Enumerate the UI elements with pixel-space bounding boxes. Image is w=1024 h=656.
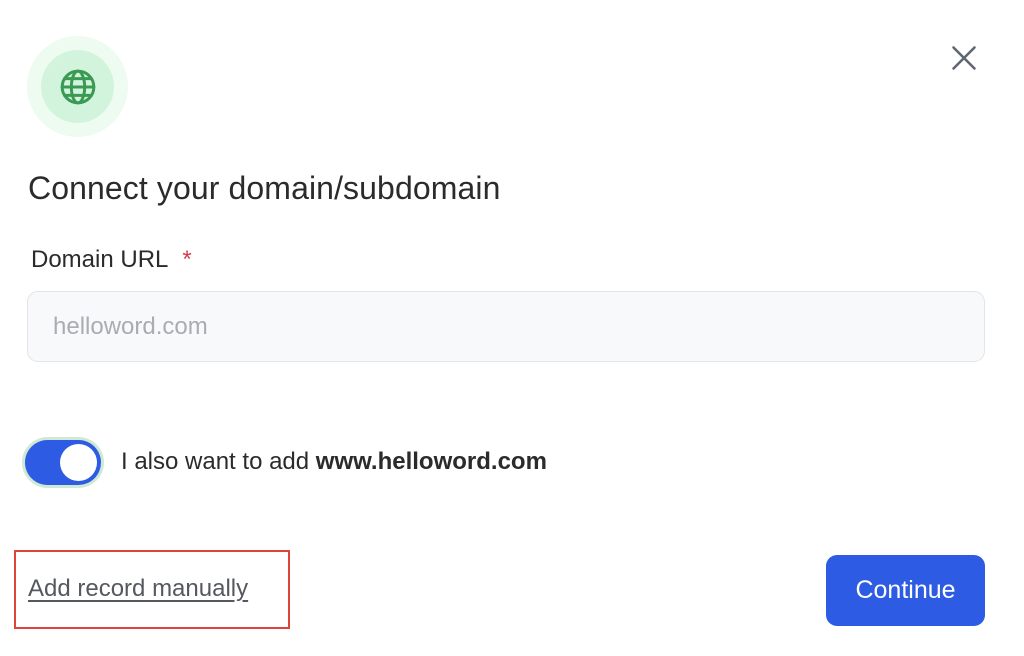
domain-url-label: Domain URL * (31, 246, 192, 274)
required-mark: * (182, 246, 192, 273)
www-toggle[interactable] (25, 440, 101, 485)
continue-button[interactable]: Continue (826, 555, 985, 626)
close-icon (952, 46, 976, 70)
close-button[interactable] (942, 36, 986, 80)
toggle-knob (60, 444, 97, 481)
connect-domain-modal: Connect your domain/subdomain Domain URL… (0, 0, 1024, 656)
modal-title: Connect your domain/subdomain (28, 170, 501, 206)
www-toggle-label-prefix: I also want to add (121, 448, 316, 475)
www-domain-text: www.helloword.com (315, 448, 547, 475)
domain-url-input[interactable] (27, 291, 985, 362)
globe-icon-badge (27, 36, 128, 137)
globe-icon (60, 69, 95, 104)
domain-url-label-text: Domain URL (31, 246, 169, 273)
add-record-manually-link[interactable]: Add record manually (28, 575, 248, 603)
www-toggle-label: I also want to add www.helloword.com (121, 448, 547, 476)
